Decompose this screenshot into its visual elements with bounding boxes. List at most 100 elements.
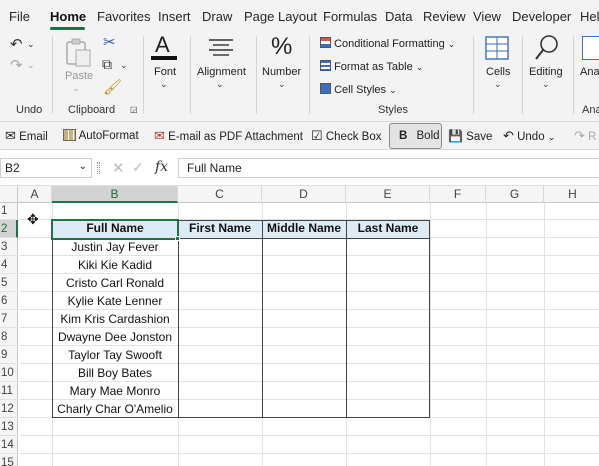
table-row[interactable]: Dwayne Dee Jonston	[52, 328, 178, 346]
format-painter-icon[interactable]: 🖌	[103, 80, 122, 95]
autoformat-button[interactable]: AutoFormat	[63, 122, 139, 150]
alignment-label[interactable]: Alignment	[197, 66, 246, 78]
cut-icon[interactable]: ✂	[103, 35, 116, 50]
dialog-launcher-icon[interactable]: ◲	[130, 106, 138, 114]
fill-handle[interactable]	[175, 236, 180, 241]
tab-developer[interactable]: Developer	[512, 9, 571, 24]
header-middle-name[interactable]: Middle Name	[262, 220, 346, 238]
table-row[interactable]: Justin Jay Fever	[52, 238, 178, 256]
row-header-1[interactable]: 1	[0, 203, 18, 220]
table-row[interactable]: Kim Kris Cardashion	[52, 310, 178, 328]
conditional-formatting-button[interactable]: Conditional Formatting ⌄	[320, 34, 455, 54]
redo-dropdown-icon[interactable]: ⌄	[27, 61, 35, 70]
undo-dropdown-icon[interactable]: ⌄	[27, 40, 35, 49]
row-header-3[interactable]: 3	[0, 238, 18, 256]
row-header-9[interactable]: 9	[0, 346, 18, 364]
alignment-icon[interactable]	[208, 37, 234, 59]
row-header-13[interactable]: 13	[0, 418, 18, 436]
row-header-10[interactable]: 10	[0, 364, 18, 382]
column-header-e[interactable]: E	[346, 186, 430, 203]
name-box[interactable]: B2 ⌄	[0, 158, 92, 178]
format-as-table-button[interactable]: Format as Table ⌄	[320, 57, 423, 77]
tab-file[interactable]: File	[9, 9, 30, 24]
check-box-button[interactable]: ☑ Check Box	[311, 122, 381, 150]
font-dropdown-icon[interactable]: ⌄	[160, 80, 168, 89]
table-row[interactable]: Kiki Kie Kadid	[52, 256, 178, 274]
save-button[interactable]: 💾 Save	[448, 122, 492, 150]
search-icon[interactable]	[534, 34, 560, 62]
email-pdf-button[interactable]: ✉ E-mail as PDF Attachment	[154, 122, 303, 150]
column-header-a[interactable]: A	[18, 186, 52, 203]
column-header-h[interactable]: H	[544, 186, 599, 203]
redo-button[interactable]: ↷ R	[574, 122, 596, 150]
row-header-6[interactable]: 6	[0, 292, 18, 310]
number-dropdown-icon[interactable]: ⌄	[278, 80, 286, 89]
header-first-name[interactable]: First Name	[178, 220, 262, 238]
bold-button[interactable]: B Bold	[389, 123, 442, 149]
redo-icon[interactable]: ↷	[10, 58, 23, 73]
cells-dropdown-icon[interactable]: ⌄	[494, 80, 502, 89]
enter-icon[interactable]: ✓	[132, 159, 144, 176]
percent-icon[interactable]: %	[271, 33, 292, 61]
paste-icon[interactable]	[64, 38, 92, 68]
active-cell-b2[interactable]	[51, 219, 179, 240]
row-header-14[interactable]: 14	[0, 436, 18, 454]
table-row[interactable]: Bill Boy Bates	[52, 364, 178, 382]
cell-styles-button[interactable]: Cell Styles ⌄	[320, 80, 397, 100]
chevron-down-icon[interactable]: ⌄	[79, 158, 87, 176]
tab-page-layout[interactable]: Page Layout	[244, 9, 317, 24]
row-header-7[interactable]: 7	[0, 310, 18, 328]
row-header-2[interactable]: 2	[0, 220, 18, 238]
email-button[interactable]: ✉ Email	[5, 122, 48, 150]
cancel-icon[interactable]: ✕	[112, 159, 125, 177]
row-header-11[interactable]: 11	[0, 382, 18, 400]
column-header-d[interactable]: D	[262, 186, 346, 203]
undo-button[interactable]: ↶ Undo ⌄	[503, 122, 555, 150]
tab-favorites[interactable]: Favorites	[97, 9, 150, 24]
editing-label[interactable]: Editing	[529, 66, 563, 78]
tab-home[interactable]: Home	[50, 9, 86, 24]
column-header-b[interactable]: B	[52, 186, 178, 203]
tab-help[interactable]: Help	[580, 9, 599, 24]
formula-input[interactable]: Full Name	[178, 158, 599, 178]
tab-insert[interactable]: Insert	[158, 9, 191, 24]
editing-dropdown-icon[interactable]: ⌄	[542, 80, 550, 89]
column-header-g[interactable]: G	[486, 186, 544, 203]
table-row[interactable]: Cristo Carl Ronald	[52, 274, 178, 292]
row-header-12[interactable]: 12	[0, 400, 18, 418]
row-header-5[interactable]: 5	[0, 274, 18, 292]
formula-bar: B2 ⌄ ✕ ✓ fx Full Name	[0, 150, 599, 186]
table-row[interactable]: Mary Mae Monro	[52, 382, 178, 400]
number-label[interactable]: Number	[262, 66, 301, 78]
insert-function-icon[interactable]: fx	[155, 159, 168, 175]
row-header-15[interactable]: 15	[0, 454, 18, 466]
tab-view[interactable]: View	[473, 9, 501, 24]
tab-formulas[interactable]: Formulas	[323, 9, 377, 24]
analyze-data-icon[interactable]	[582, 36, 599, 60]
copy-dropdown-icon[interactable]: ⌄	[120, 61, 128, 70]
tab-review[interactable]: Review	[423, 9, 466, 24]
table-row[interactable]: Kylie Kate Lenner	[52, 292, 178, 310]
alignment-dropdown-icon[interactable]: ⌄	[216, 80, 224, 89]
paste-dropdown-icon[interactable]: ⌄	[72, 84, 80, 93]
column-header-f[interactable]: F	[430, 186, 486, 203]
cells-label[interactable]: Cells	[486, 66, 510, 78]
row-header-8[interactable]: 8	[0, 328, 18, 346]
undo-label: Undo	[517, 131, 545, 143]
table-row[interactable]: Charly Char O'Amelio	[52, 400, 178, 418]
tab-data[interactable]: Data	[385, 9, 412, 24]
tab-draw[interactable]: Draw	[202, 9, 232, 24]
font-label[interactable]: Font	[154, 66, 176, 78]
select-all-corner[interactable]	[0, 186, 18, 203]
font-a-icon[interactable]: A	[155, 32, 170, 58]
row-header-4[interactable]: 4	[0, 256, 18, 274]
column-header-c[interactable]: C	[178, 186, 262, 203]
splitter-handle[interactable]	[97, 162, 100, 174]
header-last-name[interactable]: Last Name	[346, 220, 430, 238]
undo-icon[interactable]: ↶	[10, 37, 23, 52]
table-row[interactable]: Taylor Tay Swooft	[52, 346, 178, 364]
copy-icon[interactable]: ⧉	[102, 57, 112, 71]
cells-icon[interactable]	[485, 36, 509, 60]
analyze-label[interactable]: Anal	[580, 66, 599, 78]
menu-bar: File Home Favorites Insert Draw Page Lay…	[0, 0, 599, 32]
